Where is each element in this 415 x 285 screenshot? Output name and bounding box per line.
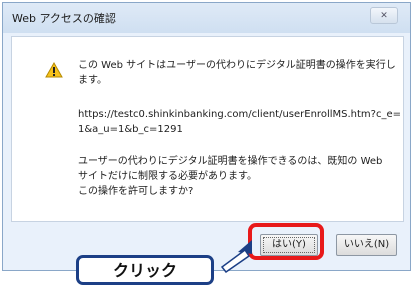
click-callout: クリック [76,255,214,285]
pointer-arrow [220,240,252,273]
